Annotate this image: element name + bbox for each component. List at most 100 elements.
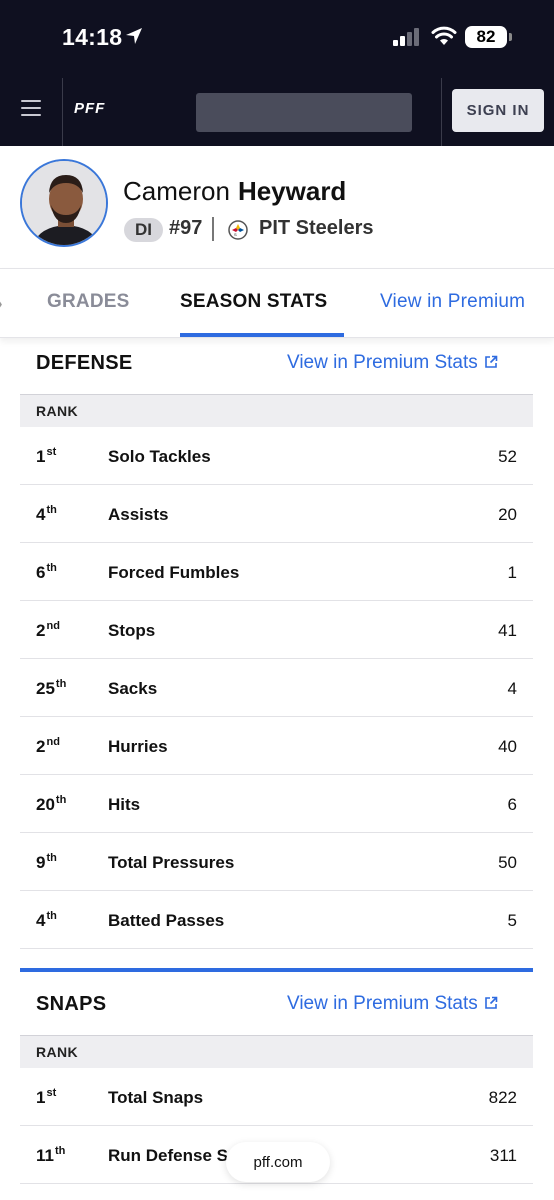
tab-grades[interactable]: GRADES bbox=[47, 291, 130, 313]
stat-label: Sacks bbox=[108, 679, 158, 698]
search-input[interactable] bbox=[196, 93, 412, 132]
stat-row: 4th Batted Passes 5 bbox=[20, 891, 533, 949]
location-arrow-icon bbox=[126, 28, 142, 44]
stat-rank-suffix: th bbox=[55, 794, 67, 806]
stat-value: 4 bbox=[507, 679, 517, 698]
stat-value: 41 bbox=[498, 621, 517, 640]
stat-value: 6 bbox=[507, 795, 517, 814]
browser-url-pill[interactable]: pff.com bbox=[226, 1142, 330, 1182]
stat-rank-number: 6 bbox=[36, 563, 46, 582]
stat-rank-suffix: nd bbox=[46, 736, 60, 748]
stat-rank-suffix: st bbox=[46, 1087, 57, 1099]
stat-rank: 25th bbox=[36, 678, 66, 699]
stat-value: 1 bbox=[507, 563, 517, 582]
player-photo-icon bbox=[22, 161, 106, 245]
stat-rank-number: 1 bbox=[36, 1088, 46, 1107]
team-name[interactable]: PIT Steelers bbox=[259, 217, 374, 240]
stat-row: 4th Assists 20 bbox=[20, 485, 533, 543]
stat-rank: 2nd bbox=[36, 620, 60, 641]
stat-rank: 4th bbox=[36, 910, 57, 931]
stat-rank-number: 2 bbox=[36, 737, 46, 756]
external-link-icon bbox=[484, 355, 498, 368]
stat-row: 6th Forced Fumbles 1 bbox=[20, 543, 533, 601]
stat-rank-suffix: th bbox=[46, 562, 57, 574]
stat-row: 20th Hits 6 bbox=[20, 775, 533, 833]
stat-value: 20 bbox=[498, 505, 517, 524]
stat-label: Solo Tackles bbox=[108, 447, 211, 466]
position-badge: DI bbox=[124, 218, 163, 242]
stat-value: 40 bbox=[498, 737, 517, 756]
stat-value: 50 bbox=[498, 853, 517, 872]
stat-label: Stops bbox=[108, 621, 156, 640]
cellular-signal-icon bbox=[393, 28, 419, 46]
battery-indicator: 82 bbox=[465, 26, 512, 48]
rank-header-label: RANK bbox=[36, 1044, 79, 1060]
stat-label: Run Defense S bbox=[108, 1146, 228, 1165]
status-time: 14:18 bbox=[62, 24, 123, 50]
battery-level: 82 bbox=[476, 27, 496, 46]
info-separator bbox=[212, 217, 214, 241]
snaps-premium-link-label: View in Premium Stats bbox=[287, 993, 478, 1014]
stat-rank: 20th bbox=[36, 794, 66, 815]
stat-label: Assists bbox=[108, 505, 169, 524]
snaps-rank-header: RANK bbox=[20, 1036, 533, 1068]
tab-season-stats[interactable]: SEASON STATS bbox=[180, 291, 327, 313]
defense-section-title: DEFENSE bbox=[36, 352, 133, 374]
header-divider bbox=[441, 78, 442, 146]
stat-rank: 1st bbox=[36, 1087, 56, 1108]
pff-logo[interactable]: PFF bbox=[74, 100, 105, 117]
tab-bar: › GRADES SEASON STATS View in Premium bbox=[0, 268, 554, 338]
stat-label: Total Snaps bbox=[108, 1088, 204, 1107]
stat-value: 52 bbox=[498, 447, 517, 466]
stat-label: Hurries bbox=[108, 737, 168, 756]
stat-value: 311 bbox=[489, 1146, 517, 1165]
stat-rank-suffix: th bbox=[54, 1145, 66, 1157]
stat-rank-number: 2 bbox=[36, 621, 46, 640]
steelers-logo-icon: S bbox=[228, 220, 248, 240]
stat-row: 25th Sacks 4 bbox=[20, 659, 533, 717]
snaps-premium-link[interactable]: View in Premium Stats bbox=[287, 993, 498, 1015]
hamburger-menu-icon[interactable] bbox=[21, 100, 41, 116]
stat-rank-suffix: th bbox=[46, 852, 57, 864]
stat-row: 9th Total Pressures 50 bbox=[20, 833, 533, 891]
rank-header-label: RANK bbox=[36, 403, 79, 419]
snaps-section-title: SNAPS bbox=[36, 993, 107, 1015]
stat-rank: 11th bbox=[36, 1145, 65, 1166]
external-link-icon bbox=[484, 996, 498, 1009]
stat-label: Hits bbox=[108, 795, 141, 814]
stat-rank-suffix: nd bbox=[46, 620, 60, 632]
stat-row: 1st Total Snaps 822 bbox=[20, 1068, 533, 1126]
defense-premium-link[interactable]: View in Premium Stats bbox=[287, 352, 498, 374]
stat-rank: 4th bbox=[36, 504, 57, 525]
tab-scroll-edge-icon: › bbox=[0, 293, 3, 316]
browser-url: pff.com bbox=[253, 1153, 303, 1171]
svg-text:S: S bbox=[234, 232, 237, 237]
stat-row: 1st Solo Tackles 52 bbox=[20, 427, 533, 485]
stat-rank: 1st bbox=[36, 446, 56, 467]
player-first-name: Cameron bbox=[123, 176, 230, 206]
stat-rank-suffix: st bbox=[46, 446, 57, 458]
stat-label: Batted Passes bbox=[108, 911, 225, 930]
sign-in-button[interactable]: SIGN IN bbox=[452, 89, 544, 132]
stat-row: 2nd Stops 41 bbox=[20, 601, 533, 659]
stat-rank: 6th bbox=[36, 562, 57, 583]
stat-rank-number: 11 bbox=[36, 1146, 54, 1165]
stat-label: Forced Fumbles bbox=[108, 563, 240, 582]
stat-rank-number: 25 bbox=[36, 679, 55, 698]
stat-value: 822 bbox=[488, 1088, 517, 1107]
defense-premium-link-label: View in Premium Stats bbox=[287, 352, 478, 373]
stat-rank-number: 4 bbox=[36, 911, 46, 930]
active-tab-indicator bbox=[180, 333, 344, 337]
stat-rank-number: 4 bbox=[36, 505, 46, 524]
player-name: Cameron Heyward bbox=[123, 176, 346, 207]
section-accent-bar bbox=[20, 968, 533, 972]
header-divider bbox=[62, 78, 63, 146]
player-avatar bbox=[20, 159, 108, 247]
defense-rank-header: RANK bbox=[20, 395, 533, 427]
player-last-name: Heyward bbox=[237, 176, 347, 206]
stat-rank-number: 20 bbox=[36, 795, 55, 814]
stat-rank-number: 1 bbox=[36, 447, 46, 466]
top-bar: 14:18 82 PFF SIGN IN bbox=[0, 0, 554, 146]
tab-view-in-premium[interactable]: View in Premium bbox=[380, 291, 525, 313]
stat-label: Total Pressures bbox=[108, 853, 235, 872]
